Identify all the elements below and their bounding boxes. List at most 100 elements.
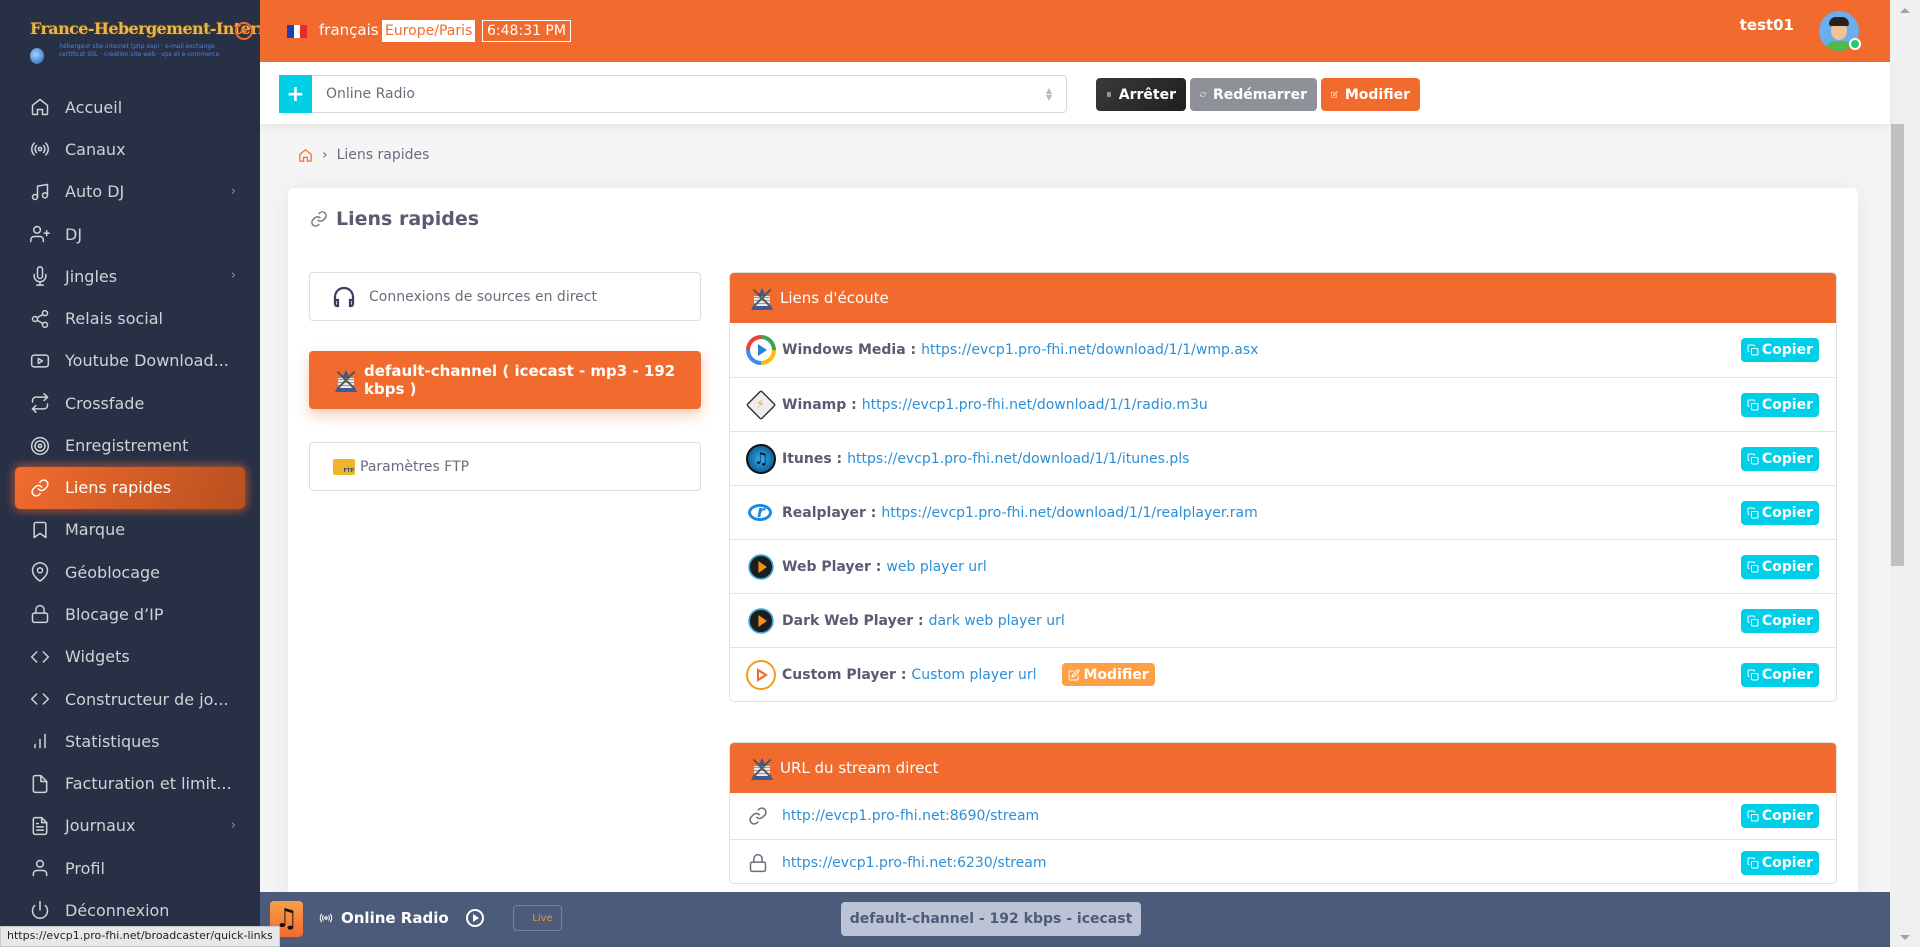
sidebar-item-widgets[interactable]: Widgets	[0, 636, 260, 678]
channel-select[interactable]: Online Radio ▲ ▼	[312, 75, 1067, 113]
page-scrollbar[interactable]	[1890, 0, 1920, 947]
copy-button[interactable]: Copier	[1740, 555, 1819, 579]
sidebar-item-auto-dj[interactable]: Auto DJ ›	[0, 171, 260, 213]
copy-button[interactable]: Copier	[1740, 851, 1819, 875]
stream-row-https: https://evcp1.pro-fhi.net:6230/stream Co…	[730, 839, 1836, 883]
logo[interactable]: France-Hebergement-Internet hébergeur si…	[26, 14, 286, 70]
youtube-icon	[30, 351, 50, 371]
row-url-link[interactable]: https://evcp1.pro-fhi.net/download/1/1/r…	[862, 397, 1208, 413]
sidebar-nav: Accueil Canaux Auto DJ › DJ Jingles › Re…	[0, 86, 260, 932]
scroll-up-arrow-icon[interactable]	[1900, 8, 1910, 13]
sidebar-item-label: Canaux	[65, 139, 126, 159]
copy-button[interactable]: Copier	[1740, 663, 1819, 687]
row-url-link[interactable]: web player url	[886, 559, 986, 575]
copy-button[interactable]: Copier	[1740, 804, 1819, 828]
custom-player-icon	[746, 659, 776, 690]
chevron-right-icon: ›	[230, 268, 236, 284]
tab-label: default-channel ( icecast - mp3 - 192 kb…	[364, 362, 676, 398]
sidebar-item-geoblocage[interactable]: Géoblocage	[0, 551, 260, 593]
tab-ftp-settings[interactable]: Paramètres FTP	[309, 442, 701, 491]
copy-button[interactable]: Copier	[1740, 447, 1819, 471]
row-label: Winamp :	[782, 396, 857, 413]
row-url-link[interactable]: https://evcp1.pro-fhi.net/download/1/1/w…	[921, 342, 1258, 358]
sidebar-item-label: Widgets	[65, 647, 130, 667]
edit-icon	[1068, 668, 1080, 680]
player-station: Online Radio	[317, 909, 449, 927]
copy-button[interactable]: Copier	[1740, 338, 1819, 362]
chevron-right-icon: ›	[230, 183, 236, 199]
tab-live-sources[interactable]: Connexions de sources en direct	[309, 272, 701, 321]
restart-button[interactable]: Redémarrer	[1190, 78, 1317, 111]
sidebar-item-enregistrement[interactable]: Enregistrement	[0, 424, 260, 466]
row-url-link[interactable]: Custom player url	[911, 667, 1036, 683]
refresh-icon	[1200, 92, 1206, 97]
breadcrumb-current: Liens rapides	[336, 147, 430, 163]
edit-channel-button[interactable]: Modifier	[1321, 78, 1420, 111]
user-plus-icon	[30, 224, 50, 244]
pause-icon	[1107, 92, 1111, 97]
sidebar-item-label: Profil	[65, 858, 105, 878]
sidebar-item-profil[interactable]: Profil	[0, 847, 260, 889]
sidebar-item-canaux[interactable]: Canaux	[0, 128, 260, 170]
sidebar-item-facturation[interactable]: Facturation et limit...	[0, 762, 260, 804]
username[interactable]: test01	[1740, 16, 1794, 34]
row-url-link[interactable]: dark web player url	[929, 613, 1065, 629]
copy-label: Copier	[1761, 451, 1813, 467]
sidebar-item-jingles[interactable]: Jingles ›	[0, 255, 260, 297]
clock-label: 6:48:31 PM	[482, 20, 571, 42]
listen-row-winamp: Winamp : https://evcp1.pro-fhi.net/downl…	[730, 377, 1836, 431]
web-player-icon	[748, 553, 774, 580]
main-content: › Liens rapides Liens rapides Connexions…	[260, 124, 1890, 908]
row-url-link[interactable]: https://evcp1.pro-fhi.net/download/1/1/r…	[881, 505, 1257, 521]
sidebar-item-accueil[interactable]: Accueil	[0, 86, 260, 128]
edit-custom-player-button[interactable]: Modifier	[1061, 663, 1155, 686]
stop-button[interactable]: Arrêter	[1096, 78, 1186, 111]
sidebar-item-label: Crossfade	[65, 393, 145, 413]
copy-button[interactable]: Copier	[1740, 609, 1819, 633]
bar-chart-icon	[30, 731, 50, 751]
sidebar-item-youtube-downloader[interactable]: Youtube Download...	[0, 340, 260, 382]
sidebar-item-dj[interactable]: DJ	[0, 213, 260, 255]
sidebar-item-constructeur[interactable]: Constructeur de jo...	[0, 678, 260, 720]
ftp-folder-icon	[333, 458, 355, 475]
sidebar-collapse-toggle[interactable]	[235, 22, 253, 40]
scroll-down-arrow-icon[interactable]	[1900, 935, 1910, 940]
copy-button[interactable]: Copier	[1740, 393, 1819, 417]
sidebar-item-liens-rapides[interactable]: Liens rapides	[15, 466, 245, 509]
tab-default-channel[interactable]: default-channel ( icecast - mp3 - 192 kb…	[309, 351, 701, 409]
language-selector[interactable]: français	[319, 21, 379, 39]
copy-label: Copier	[1761, 559, 1813, 575]
stream-url-link[interactable]: http://evcp1.pro-fhi.net:8690/stream	[782, 808, 1039, 824]
home-icon[interactable]	[298, 148, 313, 163]
realplayer-icon	[746, 498, 776, 528]
copy-label: Copier	[1761, 505, 1813, 521]
edit-icon	[1331, 91, 1338, 98]
listen-row-windows-media: Windows Media : https://evcp1.pro-fhi.ne…	[730, 323, 1836, 377]
sidebar-item-label: Auto DJ	[65, 182, 125, 202]
add-channel-button[interactable]: +	[279, 75, 312, 113]
panel-title: URL du stream direct	[780, 759, 939, 777]
timezone-label: Europe/Paris	[382, 20, 476, 42]
broadcast-icon	[319, 913, 333, 923]
listen-row-itunes: Itunes : https://evcp1.pro-fhi.net/downl…	[730, 431, 1836, 485]
headphones-icon	[333, 286, 355, 307]
stream-url-link[interactable]: https://evcp1.pro-fhi.net:6230/stream	[782, 855, 1046, 871]
sidebar-item-label: Statistiques	[65, 731, 160, 751]
scroll-thumb[interactable]	[1891, 124, 1904, 566]
listen-links-panel: Liens d'écoute Windows Media : https://e…	[729, 272, 1837, 702]
sidebar-item-statistiques[interactable]: Statistiques	[0, 720, 260, 762]
sidebar-item-marque[interactable]: Marque	[0, 509, 260, 551]
listen-row-web-player: Web Player : web player url Copier	[730, 539, 1836, 593]
play-button[interactable]	[466, 909, 484, 927]
sidebar-item-label: Youtube Download...	[65, 351, 229, 371]
sidebar-item-crossfade[interactable]: Crossfade	[0, 382, 260, 424]
sidebar-item-relais-social[interactable]: Relais social	[0, 297, 260, 339]
copy-button[interactable]: Copier	[1740, 501, 1819, 525]
copy-icon	[1747, 669, 1759, 681]
sidebar-item-blocage-ip[interactable]: Blocage d’IP	[0, 593, 260, 635]
row-url-link[interactable]: https://evcp1.pro-fhi.net/download/1/1/i…	[847, 451, 1189, 467]
home-icon	[30, 97, 50, 117]
share-icon	[30, 309, 50, 329]
file-icon	[30, 774, 50, 794]
sidebar-item-journaux[interactable]: Journaux ›	[0, 805, 260, 847]
